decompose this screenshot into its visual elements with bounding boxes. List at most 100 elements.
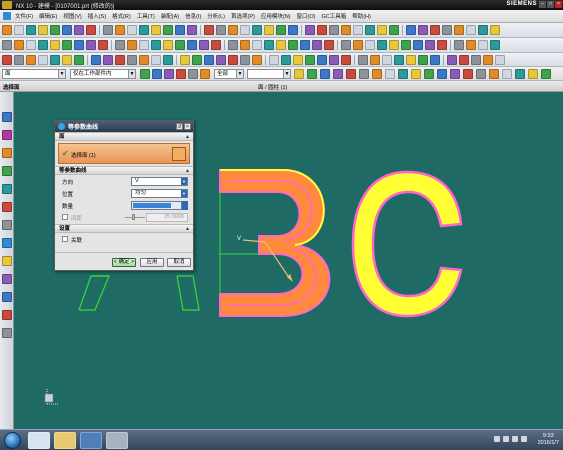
toolbar-tool-icon[interactable] <box>401 40 411 50</box>
resource-bar-tab-icon[interactable] <box>2 184 12 194</box>
toolbar-tool-icon[interactable] <box>442 25 452 35</box>
toolbar-tool-icon[interactable] <box>276 40 286 50</box>
resource-bar-tab-icon[interactable] <box>2 292 12 302</box>
toolbar-tool-icon[interactable] <box>228 55 238 65</box>
menu-insert[interactable]: 插入(S) <box>88 12 106 20</box>
toolbar-tool-icon[interactable] <box>151 40 161 50</box>
toolbar-tool-icon[interactable] <box>515 69 525 79</box>
ok-button[interactable]: < 确定 > <box>112 258 136 267</box>
spacing-slider-thumb[interactable] <box>132 214 135 220</box>
toolbar-tool-icon[interactable] <box>411 69 421 79</box>
toolbar-tool-icon[interactable] <box>389 40 399 50</box>
settings-section-header[interactable]: 设置 ▲ <box>55 224 193 233</box>
toolbar-tool-icon[interactable] <box>437 69 447 79</box>
toolbar-tool-icon[interactable] <box>264 40 274 50</box>
toolbar-tool-icon[interactable] <box>307 69 317 79</box>
toolbar-tool-icon[interactable] <box>454 40 464 50</box>
toolbar-tool-icon[interactable] <box>418 55 428 65</box>
toolbar-tool-icon[interactable] <box>312 40 322 50</box>
toolbar-tool-icon[interactable] <box>413 40 423 50</box>
toolbar-tool-icon[interactable] <box>228 40 238 50</box>
resource-bar-tab-icon[interactable] <box>2 220 12 230</box>
toolbar-tool-icon[interactable] <box>2 40 12 50</box>
spacing-checkbox[interactable] <box>62 214 68 220</box>
toolbar-tool-icon[interactable] <box>163 25 173 35</box>
taskbar-clock[interactable]: 9:33 2016/1/7 <box>538 433 559 447</box>
toolbar-tool-icon[interactable] <box>187 25 197 35</box>
toolbar-tool-icon[interactable] <box>204 25 214 35</box>
toolbar-tool-icon[interactable] <box>489 69 499 79</box>
direction-select[interactable]: V ▼ <box>131 177 188 186</box>
toolbar-tool-icon[interactable] <box>86 25 96 35</box>
toolbar-tool-icon[interactable] <box>26 40 36 50</box>
toolbar-tool-icon[interactable] <box>62 40 72 50</box>
toolbar-tool-icon[interactable] <box>370 55 380 65</box>
toolbar-tool-icon[interactable] <box>14 40 24 50</box>
toolbar-tool-icon[interactable] <box>180 55 190 65</box>
toolbar-tool-icon[interactable] <box>74 40 84 50</box>
toolbar-tool-icon[interactable] <box>317 55 327 65</box>
toolbar-tool-icon[interactable] <box>276 25 286 35</box>
toolbar-tool-icon[interactable] <box>139 40 149 50</box>
windows-start-button[interactable] <box>4 432 21 449</box>
face-section-header[interactable]: 面 ▲ <box>55 132 193 141</box>
minimize-button[interactable]: – <box>539 1 546 8</box>
close-button[interactable]: × <box>555 1 562 8</box>
toolbar-tool-icon[interactable] <box>252 25 262 35</box>
dialog-close-button[interactable]: × <box>184 123 191 130</box>
menu-window[interactable]: 窗口(O) <box>297 12 316 20</box>
resource-bar-tab-icon[interactable] <box>2 148 12 158</box>
toolbar-tool-icon[interactable] <box>264 25 274 35</box>
toolbar-tool-icon[interactable] <box>252 40 262 50</box>
toolbar-tool-icon[interactable] <box>476 69 486 79</box>
toolbar-tool-icon[interactable] <box>175 40 185 50</box>
toolbar-tool-icon[interactable] <box>228 25 238 35</box>
menu-information[interactable]: 信息(I) <box>185 12 201 20</box>
toolbar-tool-icon[interactable] <box>365 40 375 50</box>
toolbar-tool-icon[interactable] <box>346 69 356 79</box>
toolbar-tool-icon[interactable] <box>471 55 481 65</box>
toolbar-tool-icon[interactable] <box>216 55 226 65</box>
toolbar-tool-icon[interactable] <box>394 55 404 65</box>
toolbar-tool-icon[interactable] <box>188 69 198 79</box>
toolbar-tool-icon[interactable] <box>329 55 339 65</box>
type-filter-select[interactable]: 面 ▼ <box>2 69 66 79</box>
toolbar-tool-icon[interactable] <box>38 25 48 35</box>
resource-bar-tab-icon[interactable] <box>2 274 12 284</box>
toolbar-tool-icon[interactable] <box>365 25 375 35</box>
resource-bar-tab-icon[interactable] <box>2 310 12 320</box>
toolbar-tool-icon[interactable] <box>372 69 382 79</box>
toolbar-tool-icon[interactable] <box>103 25 113 35</box>
snap-filter-select[interactable]: 全部 ▼ <box>214 69 244 79</box>
toolbar-tool-icon[interactable] <box>406 55 416 65</box>
cancel-button[interactable]: 取消 <box>167 258 191 267</box>
select-face-row[interactable]: ✓ 选择面 (1) <box>58 143 190 164</box>
toolbar-tool-icon[interactable] <box>175 25 185 35</box>
toolbar-tool-icon[interactable] <box>320 69 330 79</box>
toolbar-tool-icon[interactable] <box>38 40 48 50</box>
toolbar-tool-icon[interactable] <box>406 25 416 35</box>
toolbar-tool-icon[interactable] <box>341 55 351 65</box>
toolbar-tool-icon[interactable] <box>216 25 226 35</box>
associative-checkbox[interactable] <box>62 236 68 242</box>
toolbar-tool-icon[interactable] <box>293 55 303 65</box>
toolbar-tool-icon[interactable] <box>103 55 113 65</box>
toolbar-tool-icon[interactable] <box>478 40 488 50</box>
toolbar-tool-icon[interactable] <box>377 25 387 35</box>
toolbar-tool-icon[interactable] <box>495 55 505 65</box>
toolbar-tool-icon[interactable] <box>152 69 162 79</box>
toolbar-tool-icon[interactable] <box>478 25 488 35</box>
toolbar-tool-icon[interactable] <box>50 55 60 65</box>
toolbar-tool-icon[interactable] <box>281 55 291 65</box>
position-select[interactable]: 均匀 ▼ <box>131 189 188 198</box>
resource-bar-tab-icon[interactable] <box>2 202 12 212</box>
menu-preferences[interactable]: 首选项(P) <box>231 12 255 20</box>
toolbar-tool-icon[interactable] <box>424 69 434 79</box>
resource-bar-tab-icon[interactable] <box>2 328 12 338</box>
toolbar-tool-icon[interactable] <box>26 55 36 65</box>
toolbar-tool-icon[interactable] <box>14 25 24 35</box>
menu-file[interactable]: 文件(F) <box>15 12 33 20</box>
toolbar-tool-icon[interactable] <box>2 55 12 65</box>
toolbar-tool-icon[interactable] <box>437 40 447 50</box>
toolbar-tool-icon[interactable] <box>199 40 209 50</box>
